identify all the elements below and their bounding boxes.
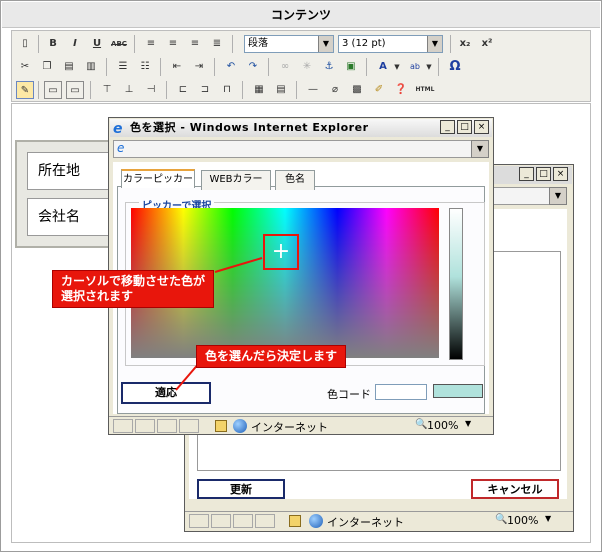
callout-decide-note: 色を選んだら決定します: [196, 345, 347, 368]
callout-line-cursor: [214, 257, 263, 273]
callout-cursor-note: カーソルで移動させた色が 選択されます: [52, 270, 215, 308]
